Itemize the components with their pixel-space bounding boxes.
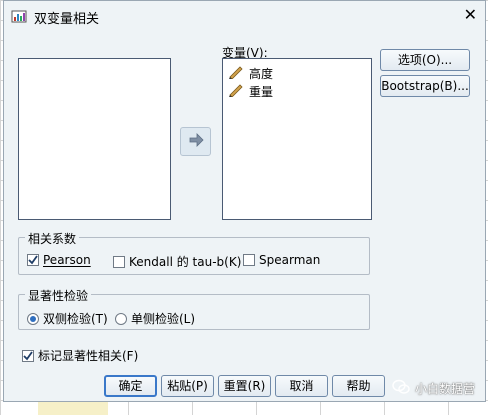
variable-label: 重量 [249,84,274,99]
checkbox-box[interactable] [243,254,255,266]
variable-item[interactable]: 重量 [229,83,273,99]
kendall-label: Kendall 的 tau-b(K) [129,255,242,269]
checkbox-box[interactable] [113,255,125,268]
flag-significant-label: 标记显著性相关(F) [38,349,139,363]
checkbox-box[interactable] [27,254,39,266]
help-button[interactable]: 帮助 [332,375,385,397]
correlation-coefficients-group: 相关系数 Pearson Kendall 的 tau-b(K) Spearman [18,230,370,275]
radio-circle[interactable] [115,312,127,325]
move-variable-button[interactable] [180,127,211,156]
checkbox-box[interactable] [22,349,34,362]
radio-circle[interactable] [27,312,39,325]
paste-button[interactable]: 粘贴(P) [161,375,214,397]
cancel-button[interactable]: 取消 [275,375,328,397]
source-variable-list[interactable] [18,58,171,220]
one-tailed-label: 单侧检验(L) [131,312,196,326]
two-tailed-label: 双侧检验(T) [43,312,108,326]
close-button[interactable]: ✕ [464,6,477,24]
ruler-pencil-icon [229,65,244,82]
pearson-label: Pearson [43,253,91,267]
reset-button[interactable]: 重置(R) [218,375,271,397]
checkmark-icon [28,255,38,265]
variables-list[interactable]: 高度 重量 [222,58,372,220]
flag-significant-checkbox[interactable]: 标记显著性相关(F) [22,347,138,364]
two-tailed-radio[interactable]: 双侧检验(T) [27,310,108,327]
options-button[interactable]: 选项(O)... [380,49,470,71]
significance-test-group: 显著性检验 双侧检验(T) 单侧检验(L) [18,287,370,330]
one-tailed-radio[interactable]: 单侧检验(L) [115,310,195,327]
bootstrap-button[interactable]: Bootstrap(B)... [380,75,470,97]
spearman-label: Spearman [259,253,321,267]
variable-label: 高度 [249,66,274,81]
wechat-icon [392,379,410,398]
bivariate-correlations-dialog: 双变量相关 ✕ 变量(V): 高度 重量 选项(O)... Bootstrap(… [3,0,486,402]
significance-test-legend: 显著性检验 [25,287,92,304]
ruler-pencil-icon [229,83,244,100]
ok-button[interactable]: 确定 [104,375,157,397]
spearman-checkbox[interactable]: Spearman [243,253,320,267]
kendall-checkbox[interactable]: Kendall 的 tau-b(K) [113,253,241,270]
checkmark-icon [23,350,33,360]
spss-icon [11,8,27,27]
title-bar: 双变量相关 ✕ [4,1,485,31]
radio-selected-dot [30,315,36,322]
watermark-text: 小白数据营 [415,382,476,396]
variable-item[interactable]: 高度 [229,65,273,81]
correlation-coefficients-legend: 相关系数 [25,230,80,247]
watermark: 小白数据营 [392,379,475,398]
dialog-title: 双变量相关 [34,12,100,27]
arrow-right-icon [188,133,204,150]
pearson-checkbox[interactable]: Pearson [27,253,91,267]
